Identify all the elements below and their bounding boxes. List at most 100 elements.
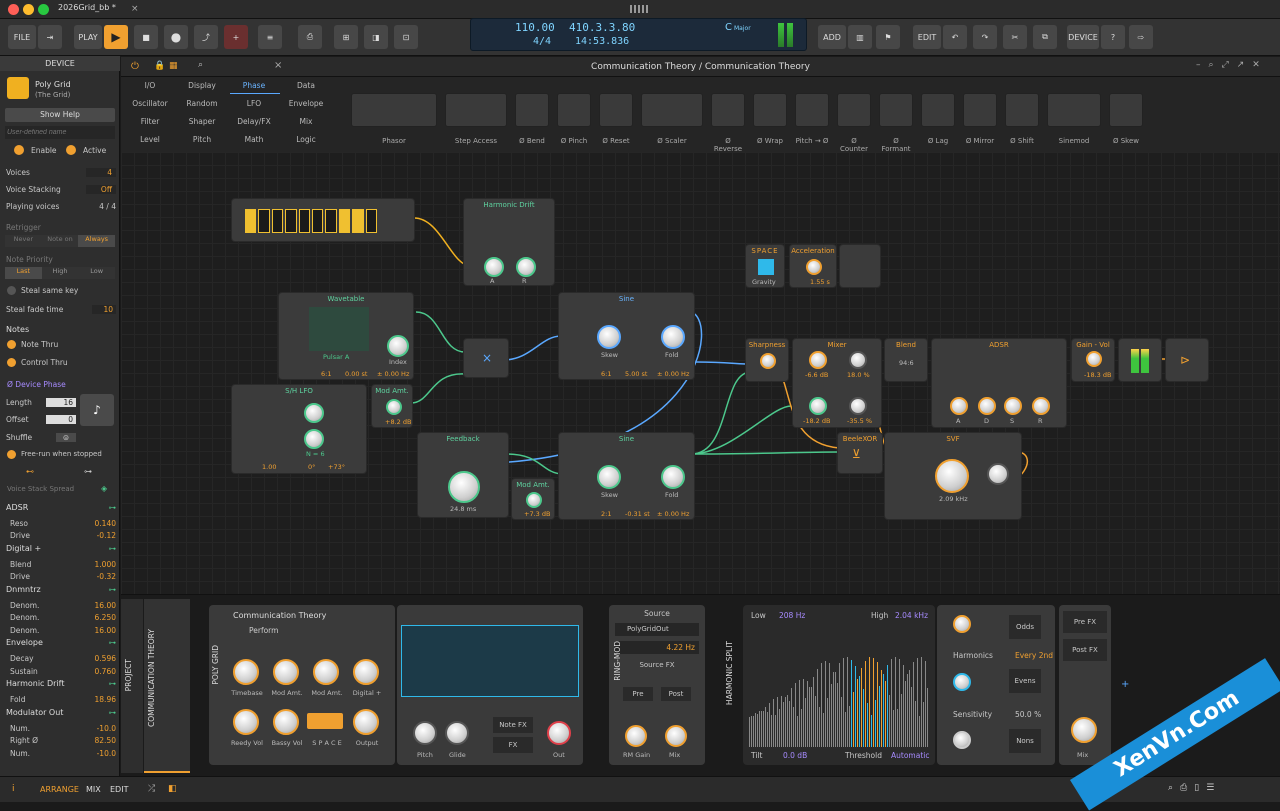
multiply-node[interactable]: × <box>463 338 509 378</box>
grid-add-icon[interactable]: ⊞ <box>334 25 358 49</box>
mixer-node[interactable]: Mixer -6.6 dB 18.0 % -18.2 dB -35.5 % <box>792 338 882 428</box>
low-value[interactable]: 208 Hz <box>779 611 805 620</box>
arrange-tab[interactable]: ARRANGE <box>40 785 79 794</box>
control-thru-toggle[interactable] <box>7 358 16 367</box>
param-value[interactable]: 16.00 <box>95 626 116 635</box>
category-shaper[interactable]: Shaper <box>177 117 227 126</box>
step-grid[interactable] <box>244 209 378 233</box>
wavetable-index-knob[interactable] <box>387 335 409 357</box>
gain-knob[interactable] <box>1086 351 1102 367</box>
module-card[interactable] <box>711 93 745 127</box>
mixer-spread-a[interactable] <box>849 351 867 369</box>
module-card[interactable] <box>1047 93 1101 127</box>
category-io[interactable]: I/O <box>125 81 175 90</box>
layers-icon[interactable]: ≡ <box>258 25 282 49</box>
module-card[interactable] <box>1005 93 1039 127</box>
rmgain-knob[interactable] <box>625 725 647 747</box>
fade-field[interactable]: 10 <box>92 304 116 314</box>
freerun-toggle[interactable] <box>7 450 16 459</box>
odds-knob[interactable] <box>953 615 971 633</box>
feedback-node[interactable]: Feedback 24.8 ms <box>417 432 509 518</box>
file-button[interactable]: FILE <box>8 25 36 49</box>
adsr-r-knob[interactable] <box>1032 397 1050 415</box>
stop-button[interactable]: ■ <box>134 25 158 49</box>
harmonic-drift-node[interactable]: Harmonic Drift A R <box>463 198 555 286</box>
module-card[interactable] <box>921 93 955 127</box>
maximize-window-button[interactable] <box>38 4 49 15</box>
automation-icon[interactable]: ⤴ <box>194 25 218 49</box>
mod-amt-node-1[interactable]: Mod Amt. +8.2 dB <box>371 384 413 428</box>
pre-button[interactable]: Pre <box>623 687 653 701</box>
window-controls[interactable]: –⌕⤢↗✕ <box>1196 60 1268 70</box>
gain-vol-node[interactable]: Gain - Vol -18.3 dB <box>1071 338 1115 382</box>
sh-lfo-node[interactable]: S/H LFO N = 6 1.00 0° +73° <box>231 384 367 474</box>
param-value[interactable]: 0.140 <box>95 519 116 528</box>
modamt1-knob[interactable] <box>386 399 402 415</box>
import-icon[interactable]: ⇥ <box>38 25 62 49</box>
module-card[interactable] <box>879 93 913 127</box>
perform-dropdown[interactable]: Perform <box>249 626 278 635</box>
category-random[interactable]: Random <box>177 99 227 108</box>
adsr-d-knob[interactable] <box>978 397 996 415</box>
module-card[interactable] <box>445 93 507 127</box>
sine1-fold-knob[interactable] <box>661 325 685 349</box>
adsr-node[interactable]: ADSR A D S R <box>931 338 1067 428</box>
note-thru-toggle[interactable] <box>7 340 16 349</box>
retrig-never[interactable]: Never <box>5 235 42 247</box>
nons-button[interactable]: Nons <box>1009 729 1041 753</box>
shlfo-knob-1[interactable] <box>304 403 324 423</box>
modulation-out-icon[interactable]: ⊶ <box>109 679 117 688</box>
info-icon[interactable]: i <box>12 784 15 794</box>
harmonic-r-knob[interactable] <box>516 257 536 277</box>
category-data[interactable]: Data <box>281 81 331 90</box>
piano-icon[interactable]: ▥ <box>848 25 872 49</box>
param-value[interactable]: -10.0 <box>97 724 116 733</box>
minimize-window-button[interactable] <box>23 4 34 15</box>
param-value[interactable]: 16.00 <box>95 601 116 610</box>
flag-icon[interactable]: ⚑ <box>876 25 900 49</box>
module-card[interactable] <box>1109 93 1143 127</box>
category-delayfx[interactable]: Delay/FX <box>229 117 279 126</box>
harmonic-a-knob[interactable] <box>484 257 504 277</box>
project-tab[interactable]: PROJECT <box>121 599 143 773</box>
active-toggle[interactable] <box>66 145 76 155</box>
grid-preview[interactable] <box>401 625 579 697</box>
sensitivity-value[interactable]: 50.0 % <box>1015 710 1041 719</box>
acceleration-node[interactable]: Acceleration 1.55 s <box>789 244 837 288</box>
undo-icon[interactable]: ↶ <box>943 25 967 49</box>
harmonics-value[interactable]: Every 2nd <box>1015 651 1053 660</box>
macro-knob[interactable] <box>233 709 259 735</box>
param-value[interactable]: 0.760 <box>95 667 116 676</box>
monitor-icon[interactable]: ⊡ <box>394 25 418 49</box>
param-value[interactable]: 1.000 <box>95 560 116 569</box>
beelexor-node[interactable]: BeeleXOR ⊻ <box>837 432 883 474</box>
macro-knob[interactable] <box>353 709 379 735</box>
close-window-button[interactable] <box>8 4 19 15</box>
postfx-button[interactable]: Post FX <box>1063 639 1107 661</box>
grid-canvas[interactable]: Harmonic Drift A R SPACE Gravity Acceler… <box>121 152 1280 594</box>
login-icon[interactable]: ⇨ <box>1129 25 1153 49</box>
category-math[interactable]: Math <box>229 135 279 144</box>
preset-name[interactable]: Communication Theory <box>233 611 326 620</box>
macro-knob[interactable] <box>353 659 379 685</box>
panel-toggle-icon[interactable]: ◧ <box>168 784 177 794</box>
retrig-noteon[interactable]: Note on <box>41 235 79 247</box>
play-button[interactable]: ▶ <box>104 25 128 49</box>
sequencer-step[interactable] <box>325 209 337 233</box>
category-level[interactable]: Level <box>125 135 175 144</box>
modulation-out-icon[interactable]: ⊶ <box>109 638 117 647</box>
output-node-top[interactable] <box>839 244 881 288</box>
notefx-button[interactable]: Note FX <box>493 717 533 733</box>
sine-node-2[interactable]: Sine Skew Fold 2:1 -0.31 st ± 0.00 Hz <box>558 432 695 520</box>
category-oscillator[interactable]: Oscillator <box>125 99 175 108</box>
mod-amt-node-2[interactable]: Mod Amt. +7.3 dB <box>511 478 555 520</box>
param-value[interactable]: 0.596 <box>95 654 116 663</box>
modulation-out-icon[interactable]: ⊶ <box>109 585 117 594</box>
param-row[interactable]: Num. -10.0 <box>6 746 116 760</box>
sharpness-knob[interactable] <box>760 353 776 369</box>
macro-knob[interactable] <box>313 659 339 685</box>
hsplit-mix-knob[interactable] <box>1071 717 1097 743</box>
glide-knob[interactable] <box>445 721 469 745</box>
time-position[interactable]: 14:53.836 <box>575 36 629 47</box>
sequencer-step[interactable] <box>271 209 284 233</box>
